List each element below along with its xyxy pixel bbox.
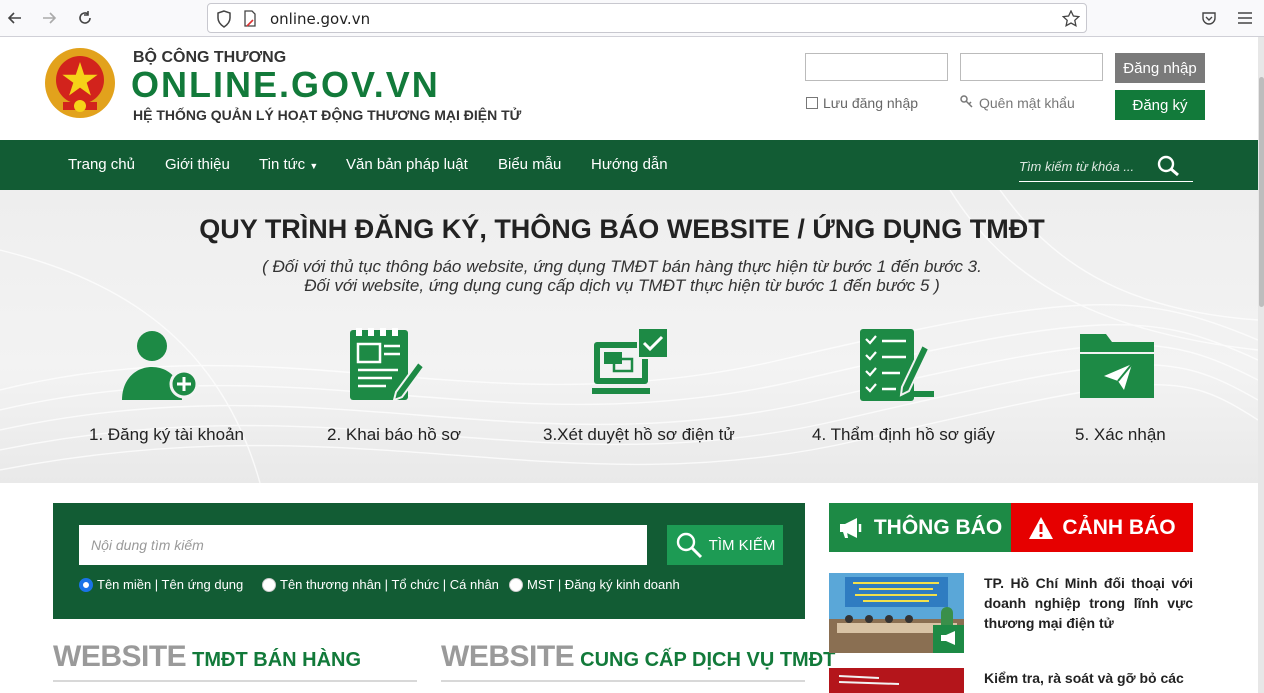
radio-unselected[interactable] [262, 577, 276, 592]
main-navigation: Trang chủ Giới thiệu Tin tức ▼ Văn bản p… [0, 140, 1258, 190]
service-heading-big: WEBSITE [441, 640, 575, 673]
login-button[interactable]: Đăng nhập [1115, 53, 1205, 83]
process-banner: QUY TRÌNH ĐĂNG KÝ, THÔNG BÁO WEBSITE / Ứ… [0, 190, 1258, 483]
key-icon [960, 95, 973, 111]
back-arrow-icon[interactable] [2, 6, 28, 30]
forgot-password-link[interactable]: Quên mật khẩu [960, 95, 1075, 111]
search-button-label[interactable]: TÌM KIẾM [709, 537, 776, 554]
megaphone-icon [838, 517, 864, 539]
site-title[interactable]: ONLINE.GOV.VN [131, 64, 440, 106]
nav-item-home[interactable]: Trang chủ [68, 156, 135, 173]
search-icon [675, 531, 703, 559]
process-note-line-2: Đối với website, ứng dụng cung cấp dịch … [304, 276, 940, 295]
site-subtitle: HỆ THỐNG QUẢN LÝ HOẠT ĐỘNG THƯƠNG MẠI ĐI… [133, 107, 522, 123]
shield-icon[interactable] [216, 10, 232, 32]
username-field[interactable] [805, 53, 948, 81]
search-option-domain-label[interactable]: Tên miền | Tên ứng dụng [97, 577, 243, 592]
user-add-icon[interactable] [120, 326, 200, 402]
forgot-password-label[interactable]: Quên mật khẩu [979, 95, 1075, 111]
service-website-heading: WEBSITE CUNG CẤP DỊCH VỤ TMĐT [441, 640, 835, 674]
remember-login[interactable]: Lưu đăng nhập [806, 95, 918, 111]
document-edit-icon[interactable] [348, 326, 428, 402]
star-icon[interactable] [1061, 9, 1081, 32]
search-panel: TÌM KIẾM Tên miền | Tên ứng dụng Tên thư… [53, 503, 805, 619]
search-option-tax-code[interactable]: MST | Đăng ký kinh doanh [509, 577, 680, 592]
news-thumbnail[interactable] [829, 668, 964, 693]
search-icon[interactable] [1157, 155, 1181, 182]
remember-checkbox[interactable] [806, 97, 818, 109]
browser-toolbar: online.gov.vn [0, 0, 1264, 37]
step-3-label[interactable]: 3.Xét duyệt hồ sơ điện tử [543, 425, 735, 445]
scrollbar-thumb[interactable] [1259, 77, 1264, 307]
password-field[interactable] [960, 53, 1103, 81]
pocket-icon[interactable] [1196, 6, 1222, 30]
search-option-domain[interactable]: Tên miền | Tên ứng dụng [79, 577, 243, 592]
caret-down-icon: ▼ [309, 161, 319, 171]
nav-item-guide[interactable]: Hướng dẫn [591, 156, 668, 173]
step-1-label[interactable]: 1. Đăng ký tài khoản [89, 425, 244, 445]
sales-heading-big: WEBSITE [53, 640, 187, 673]
radio-unselected[interactable] [509, 577, 523, 592]
step-5-label[interactable]: 5. Xác nhận [1075, 425, 1166, 445]
nav-item-legal-docs[interactable]: Văn bản pháp luật [346, 156, 468, 173]
nav-item-news-label[interactable]: Tin tức [259, 156, 305, 173]
radio-selected[interactable] [79, 577, 93, 592]
reload-icon[interactable] [72, 6, 98, 30]
page-icon[interactable] [242, 10, 258, 32]
nav-item-about[interactable]: Giới thiệu [165, 156, 230, 173]
sales-heading-small: TMĐT BÁN HÀNG [192, 649, 362, 671]
nav-search [1019, 152, 1193, 182]
service-heading-small: CUNG CẤP DỊCH VỤ TMĐT [580, 649, 836, 671]
search-option-merchant-label[interactable]: Tên thương nhân | Tổ chức | Cá nhân [280, 577, 499, 592]
url-text[interactable]: online.gov.vn [270, 10, 370, 28]
monitor-check-icon[interactable] [592, 327, 672, 404]
news-thumbnail[interactable] [829, 573, 964, 653]
folder-send-icon[interactable] [1078, 328, 1158, 404]
news-item-title[interactable]: Kiểm tra, rà soát và gỡ bỏ các [984, 668, 1193, 688]
forward-arrow-icon[interactable] [36, 6, 62, 30]
tab-warning[interactable]: CẢNH BÁO [1011, 503, 1193, 552]
scrollbar[interactable] [1258, 37, 1264, 693]
national-emblem-icon[interactable] [43, 46, 117, 120]
search-input[interactable] [79, 525, 647, 565]
sales-website-heading: WEBSITE TMĐT BÁN HÀNG [53, 640, 361, 674]
search-button[interactable]: TÌM KIẾM [667, 525, 783, 565]
divider [441, 680, 805, 682]
register-button[interactable]: Đăng ký [1115, 90, 1205, 120]
step-2-label[interactable]: 2. Khai báo hồ sơ [327, 425, 461, 445]
tab-notice[interactable]: THÔNG BÁO [829, 503, 1011, 552]
divider [53, 680, 417, 682]
warning-icon [1028, 516, 1054, 540]
site-header: BỘ CÔNG THƯƠNG ONLINE.GOV.VN HỆ THỐNG QU… [0, 37, 1258, 140]
tab-warning-label[interactable]: CẢNH BÁO [1062, 516, 1175, 540]
address-bar[interactable]: online.gov.vn [207, 3, 1087, 33]
menu-icon[interactable] [1232, 6, 1258, 30]
remember-label[interactable]: Lưu đăng nhập [823, 95, 918, 111]
news-item-title[interactable]: TP. Hồ Chí Minh đối thoại với doanh nghi… [984, 573, 1193, 633]
search-option-tax-code-label[interactable]: MST | Đăng ký kinh doanh [527, 577, 680, 592]
nav-item-forms[interactable]: Biểu mẫu [498, 156, 561, 173]
process-note-line-1: ( Đối với thủ tục thông báo website, ứng… [262, 257, 982, 276]
nav-item-news[interactable]: Tin tức ▼ [259, 156, 318, 173]
nav-search-input[interactable] [1019, 152, 1149, 180]
checklist-pen-icon[interactable] [858, 327, 938, 403]
step-4-label[interactable]: 4. Thẩm định hồ sơ giấy [812, 425, 995, 445]
search-option-merchant[interactable]: Tên thương nhân | Tổ chức | Cá nhân [262, 577, 499, 592]
tab-notice-label[interactable]: THÔNG BÁO [874, 516, 1002, 540]
process-title: QUY TRÌNH ĐĂNG KÝ, THÔNG BÁO WEBSITE / Ứ… [199, 214, 1045, 244]
